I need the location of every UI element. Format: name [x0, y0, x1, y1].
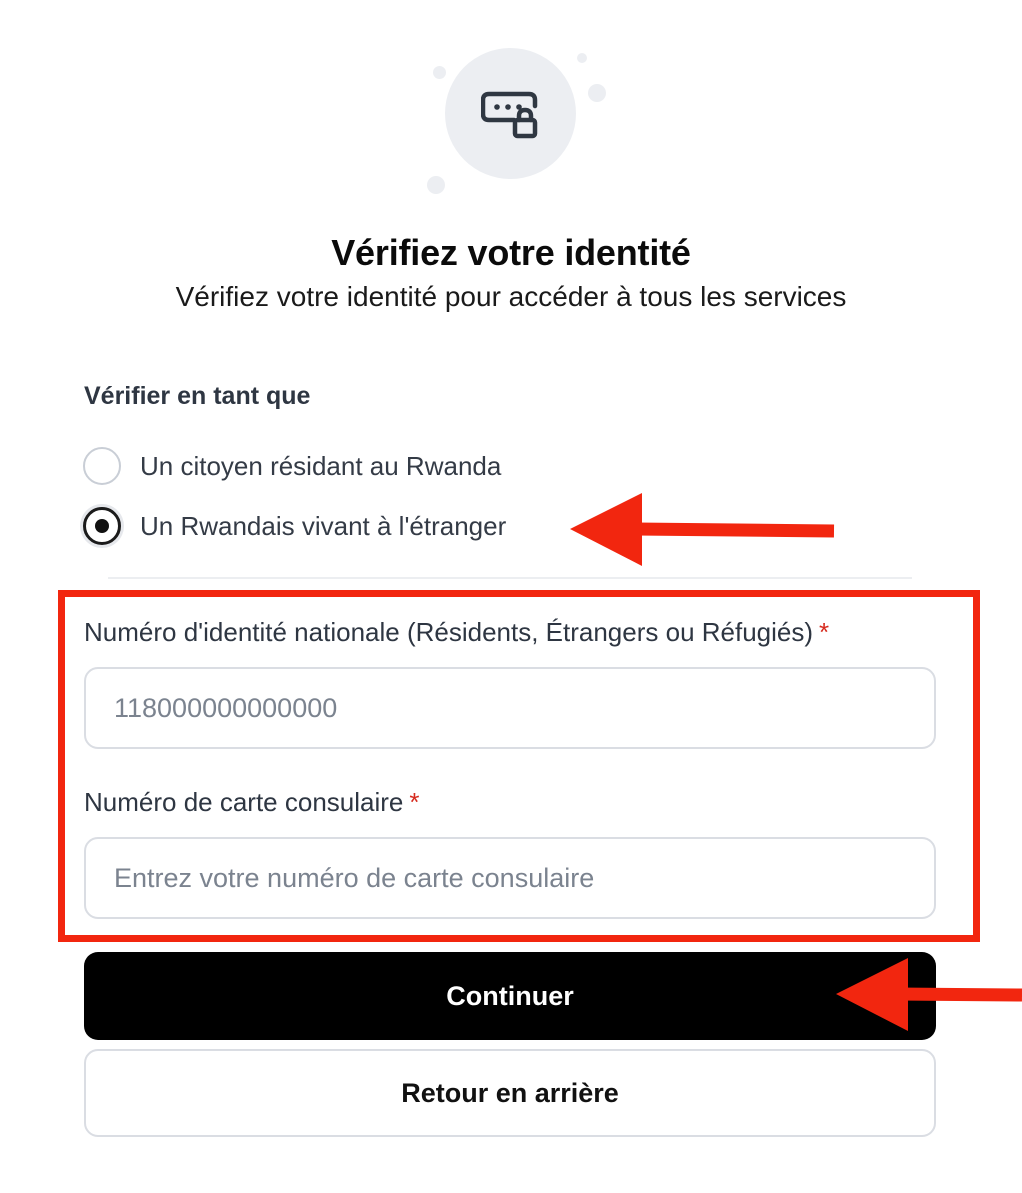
required-asterisk: *: [819, 617, 830, 647]
verify-as-label: Vérifier en tant que: [84, 382, 311, 410]
consular-card-label: Numéro de carte consulaire *: [84, 787, 420, 818]
back-button[interactable]: Retour en arrière: [84, 1049, 936, 1137]
hero-illustration: [0, 0, 1022, 210]
radio-option-abroad[interactable]: Un Rwandais vivant à l'étranger: [83, 506, 506, 546]
page-title: Vérifiez votre identité: [331, 232, 691, 273]
decorative-dot: [427, 176, 445, 194]
national-id-label-text: Numéro d'identité nationale (Résidents, …: [84, 617, 814, 647]
page-subtitle: Vérifiez votre identité pour accéder à t…: [175, 281, 847, 312]
decorative-dot: [433, 66, 446, 79]
radio-button-checked[interactable]: [83, 507, 121, 545]
radio-button-unchecked[interactable]: [83, 447, 121, 485]
consular-card-input[interactable]: [84, 837, 936, 919]
password-lock-icon: [481, 91, 538, 139]
national-id-label: Numéro d'identité nationale (Résidents, …: [84, 617, 829, 648]
consular-card-label-text: Numéro de carte consulaire: [84, 787, 404, 817]
verify-identity-page: Vérifiez votre identité Vérifiez votre i…: [0, 0, 1022, 1193]
section-divider: [108, 577, 912, 579]
radio-option-label: Un Rwandais vivant à l'étranger: [140, 510, 507, 541]
radio-option-resident[interactable]: Un citoyen résidant au Rwanda: [83, 446, 501, 486]
decorative-dot: [577, 53, 587, 63]
radio-option-label: Un citoyen résidant au Rwanda: [140, 450, 502, 481]
annotation-arrow-radio: [570, 493, 835, 566]
hero-icon-circle: [445, 48, 576, 179]
decorative-dot: [588, 84, 606, 102]
continue-button[interactable]: Continuer: [84, 952, 936, 1040]
required-asterisk: *: [409, 787, 420, 817]
national-id-input[interactable]: [84, 667, 936, 749]
